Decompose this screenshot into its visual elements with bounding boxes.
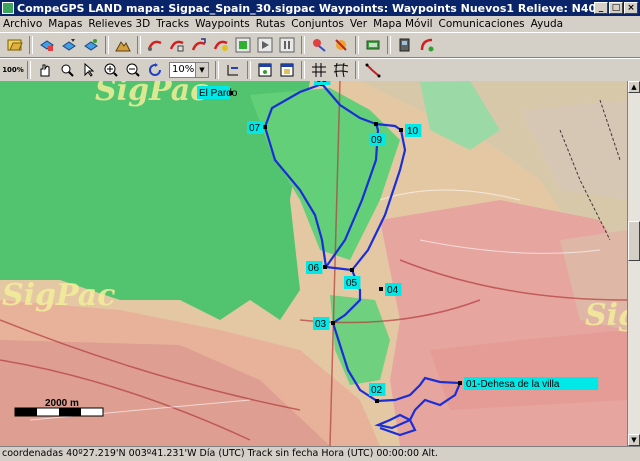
scroll-up-button[interactable]: ▲ [628,81,640,93]
map-watermark: SigPac [95,81,209,108]
waypoint-marker[interactable] [399,128,403,132]
map-watermark: SigPac [2,278,116,313]
menu-ayuda[interactable]: Ayuda [528,18,566,30]
menu-rutas[interactable]: Rutas [253,18,289,30]
waypoint-label[interactable]: 08 [316,81,328,85]
separator [29,36,33,54]
waypoint-label[interactable]: 09 [371,135,383,146]
view-toolbar: 100% 10% ▼ [0,58,640,82]
map-canvas[interactable]: SigPac SigPac SigPac El Pardo 0807091006… [0,81,627,446]
waypoint-edit-icon[interactable] [331,35,351,55]
minimize-button[interactable]: _ [594,2,608,14]
separator [247,61,251,79]
zoom-100-label: 100% [2,66,24,74]
zoom-level-value: 10% [172,64,195,75]
gps-connect-icon[interactable] [417,35,437,55]
track-edit-icon[interactable] [167,35,187,55]
measure-distance-icon[interactable] [363,60,383,80]
waypoint-label[interactable]: 06 [308,263,320,274]
place-marker [229,91,233,95]
waypoint-marker[interactable] [263,125,267,129]
map-orientation-icon[interactable] [223,60,243,80]
waypoint-marker[interactable] [375,399,379,403]
menu-archivo[interactable]: Archivo [0,18,45,30]
zoom-area-icon[interactable] [57,60,77,80]
play-icon[interactable] [255,35,275,55]
open-map-icon[interactable] [5,35,25,55]
waypoint-label[interactable]: 03 [315,319,327,330]
map-tools-icon[interactable] [81,35,101,55]
menu-ver[interactable]: Ver [347,18,370,30]
separator [215,61,219,79]
waypoint-marker[interactable] [323,265,327,269]
scroll-thumb[interactable] [628,221,640,261]
refresh-icon[interactable] [145,60,165,80]
waypoint-marker[interactable] [331,321,335,325]
waypoint-label[interactable]: 05 [346,278,358,289]
menu-mapa-movil[interactable]: Mapa Móvil [370,18,435,30]
maximize-button[interactable]: □ [609,2,623,14]
relief-3d-icon[interactable] [113,35,133,55]
waypoint-label[interactable]: 07 [249,123,261,134]
chevron-down-icon: ▼ [195,63,208,77]
separator [355,36,359,54]
waypoint-marker[interactable] [350,268,354,272]
separator [27,61,31,79]
gps-send-icon[interactable] [395,35,415,55]
separator [105,36,109,54]
scale-label: 2000 m [45,398,79,409]
gps-device-icon[interactable] [363,35,383,55]
grid-icon[interactable] [309,60,329,80]
separator [137,36,141,54]
zoom-level-select[interactable]: 10% ▼ [169,62,209,78]
separator [301,61,305,79]
vertical-scrollbar[interactable]: ▲ ▼ [627,81,640,446]
separator [355,61,359,79]
menu-conjuntos[interactable]: Conjuntos [288,18,347,30]
waypoint-marker[interactable] [379,287,383,291]
waypoint-icon[interactable] [309,35,329,55]
status-text: coordenadas 40º27.219'N 003º41.231'W Día… [2,448,438,459]
menu-waypoints[interactable]: Waypoints [192,18,253,30]
menu-mapas[interactable]: Mapas [45,18,85,30]
map-layers-icon[interactable] [37,35,57,55]
stop-icon[interactable] [233,35,253,55]
menu-tracks[interactable]: Tracks [153,18,192,30]
track-open-icon[interactable] [145,35,165,55]
map-view[interactable]: SigPac SigPac SigPac El Pardo 0807091006… [0,81,627,446]
menu-comunicaciones[interactable]: Comunicaciones [436,18,528,30]
waypoint-label[interactable]: 01-Dehesa de la villa [466,379,560,390]
waypoint-label[interactable]: 02 [371,385,383,396]
separator [301,36,305,54]
main-toolbar [0,32,640,58]
map-properties-icon[interactable] [59,35,79,55]
scroll-down-button[interactable]: ▼ [628,434,640,446]
utm-grid-icon[interactable] [331,60,351,80]
waypoint-marker[interactable] [458,381,462,385]
title-bar: CompeGPS LAND mapa: Sigpac_Spain_30.sigp… [0,0,640,16]
zoom-in-icon[interactable] [101,60,121,80]
track-record-icon[interactable] [189,35,209,55]
zoom-100-button[interactable]: 100% [2,60,24,80]
window-title: CompeGPS LAND mapa: Sigpac_Spain_30.sigp… [17,1,594,15]
app-icon [2,2,14,14]
window-view-icon[interactable] [255,60,275,80]
waypoint-label[interactable]: 04 [387,285,399,296]
scale-bar-segment [15,408,37,416]
status-bar: coordenadas 40º27.219'N 003º41.231'W Día… [0,446,640,461]
waypoint-marker[interactable] [374,122,378,126]
scale-bar-segment [59,408,81,416]
menu-relieves-3d[interactable]: Relieves 3D [85,18,153,30]
close-button[interactable]: × [624,2,638,14]
hand-pan-icon[interactable] [35,60,55,80]
zoom-out-icon[interactable] [123,60,143,80]
menu-bar: Archivo Mapas Relieves 3D Tracks Waypoin… [0,16,640,32]
track-info-icon[interactable] [211,35,231,55]
map-watermark: SigPac [585,298,627,333]
pause-icon[interactable] [277,35,297,55]
arrow-select-icon[interactable] [79,60,99,80]
overview-icon[interactable] [277,60,297,80]
waypoint-label[interactable]: 10 [407,126,419,137]
separator [387,36,391,54]
